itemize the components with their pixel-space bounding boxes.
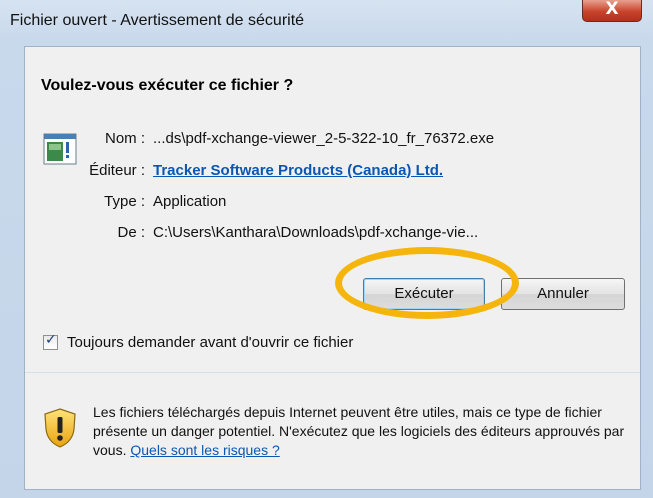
run-button[interactable]: Exécuter (363, 278, 485, 310)
field-name-label: Nom : (104, 130, 145, 147)
dialog-question: Voulez-vous exécuter ce fichier ? (41, 77, 294, 94)
security-shield-icon (44, 408, 76, 448)
close-icon: X (605, 0, 619, 19)
field-publisher-label: Éditeur : (89, 162, 145, 179)
separator (25, 372, 640, 373)
title-bar[interactable]: Fichier ouvert - Avertissement de sécuri… (0, 0, 653, 44)
field-name-value: ...ds\pdf-xchange-viewer_2-5-322-10_fr_7… (153, 130, 495, 147)
always-ask-checkbox[interactable]: ✓ (43, 332, 58, 350)
risks-link[interactable]: Quels sont les risques ? (130, 442, 279, 458)
field-type-value: Application (153, 193, 227, 210)
close-button[interactable]: X (582, 0, 642, 22)
field-type-label: Type : (104, 193, 145, 210)
field-from-label: De : (117, 224, 145, 241)
window-title: Fichier ouvert - Avertissement de sécuri… (10, 12, 305, 29)
field-from-value: C:\Users\Kanthara\Downloads\pdf-xchange-… (153, 224, 479, 241)
cancel-button[interactable]: Annuler (501, 278, 625, 310)
checkmark-icon: ✓ (45, 332, 57, 348)
publisher-link[interactable]: Tracker Software Products (Canada) Ltd. (153, 162, 443, 179)
security-warning-dialog: Fichier ouvert - Avertissement de sécuri… (0, 0, 653, 498)
warning-message: Les fichiers téléchargés depuis Internet… (93, 403, 633, 460)
always-ask-label[interactable]: Toujours demander avant d'ouvrir ce fich… (67, 334, 353, 351)
dialog-content: Voulez-vous exécuter ce fichier ? Nom : … (24, 46, 641, 490)
